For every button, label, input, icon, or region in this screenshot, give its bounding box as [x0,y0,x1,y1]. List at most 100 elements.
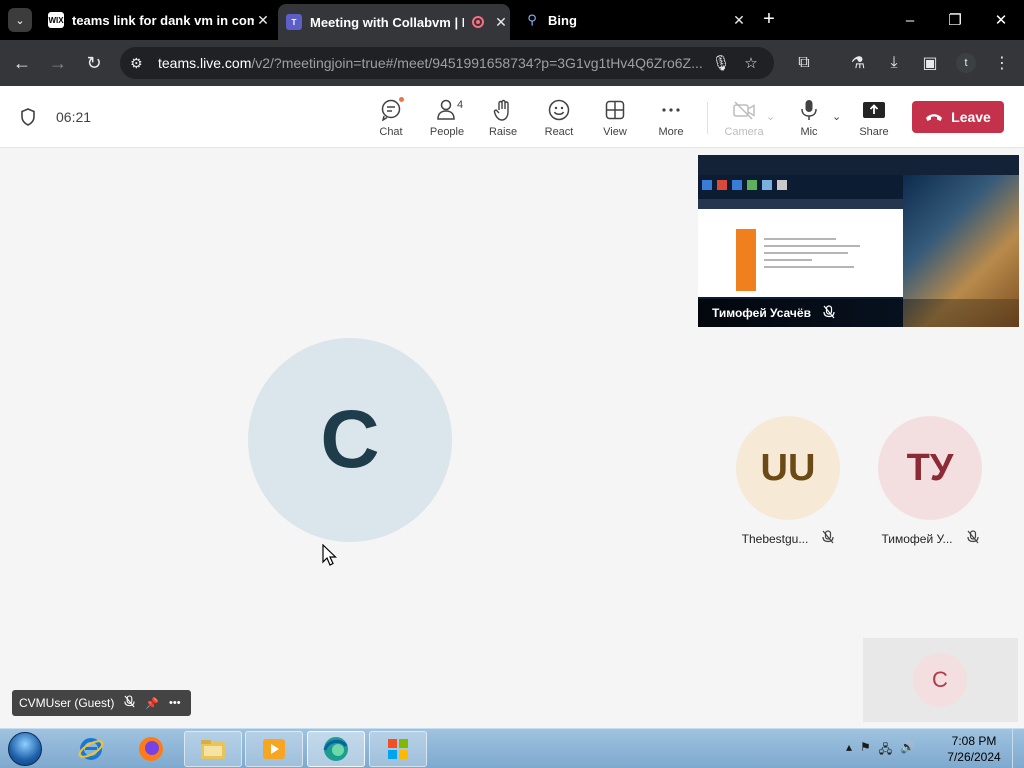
tab-title: Meeting with Collabvm | Microsoft Teams [310,14,464,30]
windows-start-orb-icon [8,732,42,766]
forward-icon[interactable]: → [46,51,70,75]
extensions-icon[interactable]: ⧉ [792,51,816,75]
pin-icon[interactable]: 📌 [145,697,159,710]
mic-label: Mic [800,126,818,138]
close-window-icon[interactable]: ✕ [986,6,1016,34]
reload-icon[interactable]: ↻ [82,51,106,75]
teams-meeting-toolbar: 06:21 Chat 4 People Raise React View Mor… [0,86,1024,148]
taskbar-clock[interactable]: 7:08 PM 7/26/2024 [936,733,1012,765]
recording-icon [472,16,484,28]
tab-title: Bing [548,12,577,28]
mic-button[interactable]: Mic [781,98,837,144]
wix-favicon-icon: WIX [48,12,64,28]
windows-update-taskbar-button[interactable] [369,731,427,767]
self-name: CVMUser (Guest) [19,696,115,710]
tab-title: teams link for dank vm in comments [72,12,254,28]
clock-date: 7/26/2024 [947,750,1001,764]
volume-icon[interactable]: 🔊 [900,740,915,761]
close-tab-icon[interactable]: ✕ [254,12,272,29]
site-info-icon[interactable]: ⚙ [130,55,152,72]
mic-off-icon [822,530,834,547]
mic-off-icon [823,304,835,322]
raise-hand-button[interactable]: Raise [475,98,531,144]
shared-desktop-icons [702,177,792,195]
more-label: More [658,126,684,138]
tab-wix[interactable]: WIX teams link for dank vm in comments ✕ [40,5,272,35]
self-name-bar: CVMUser (Guest) 📌 ••• [12,690,191,716]
action-center-flag-icon[interactable]: ⚑ [860,740,871,761]
windows-taskbar: ▴ ⚑ 🖧 🔊 7:08 PM 7/26/2024 [0,728,1024,768]
chat-label: Chat [379,126,403,138]
internet-explorer-taskbar-button[interactable] [62,731,120,767]
mic-off-icon[interactable] [124,695,135,711]
chat-icon [379,96,405,122]
participant-tile[interactable]: UU Thebestgu... [733,416,843,547]
folder-icon [201,740,225,759]
restore-icon[interactable]: ❐ [940,6,970,34]
chat-button[interactable]: Chat [363,96,419,144]
react-button[interactable]: React [531,98,587,144]
more-dots-icon[interactable]: ••• [169,697,181,709]
main-participant-avatar[interactable]: C [248,338,452,542]
meeting-timer: 06:21 [56,109,92,125]
clock-time: 7:08 PM [951,734,997,748]
share-button[interactable]: Share [846,98,902,144]
grid-view-icon [603,98,627,122]
show-hidden-icons-icon[interactable]: ▴ [846,740,852,761]
start-button[interactable] [4,731,46,767]
more-button[interactable]: More [643,98,699,144]
url-text[interactable]: teams.live.com/v2/?meetingjoin=true#/mee… [158,55,706,71]
meeting-stage: C Тимофей Усачёв UU Thebestgu... ТУ Тимо… [0,148,1024,728]
firefox-taskbar-button[interactable] [122,731,180,767]
address-bar[interactable]: ⚙ teams.live.com/v2/?meetingjoin=true#/m… [120,47,774,79]
download-icon[interactable]: ⤓ [882,51,906,75]
bookmark-star-icon[interactable]: ☆ [736,54,766,72]
side-panel-icon[interactable]: ▣ [918,51,942,75]
microphone-icon[interactable]: 🎙 [706,54,736,72]
hand-icon [491,98,515,122]
browser-tab-strip: ⌄ WIX teams link for dank vm in comments… [0,0,1024,40]
search-icon: ⚲ [527,12,537,27]
participant-name-row: Thebestgu... [733,530,843,547]
self-video-tile[interactable]: C [863,638,1018,722]
network-icon[interactable]: 🖧 [879,740,892,761]
leave-button[interactable]: Leave [912,101,1004,133]
share-label: Share [859,126,889,138]
tab-bing[interactable]: ⚲ Bing ✕ [516,5,748,35]
shared-screen-tile[interactable]: Тимофей Усачёв [698,155,1019,327]
unread-dot [398,96,405,103]
menu-kebab-icon[interactable]: ⋮ [990,51,1014,75]
share-screen-icon [862,98,886,122]
back-icon[interactable]: ← [10,51,34,75]
profile-avatar[interactable]: t [956,53,976,73]
people-count: 4 [457,99,464,111]
participant-name: Thebestgu... [741,531,809,546]
tab-search-button[interactable]: ⌄ [8,8,32,32]
microphone-icon [797,98,821,122]
tab-teams-meeting[interactable]: T Meeting with Collabvm | Microsoft Team… [278,4,510,40]
minimize-icon[interactable]: – [895,6,925,34]
shared-screen-window [698,199,903,297]
smiley-icon [547,98,571,122]
show-desktop-button[interactable] [1012,729,1024,768]
labs-icon[interactable]: ⚗ [846,51,870,75]
camera-button[interactable]: Camera [716,98,772,144]
internet-explorer-icon [78,738,104,760]
shared-screen-titlebar [698,155,1019,175]
close-tab-icon[interactable]: ✕ [492,14,510,31]
new-tab-button[interactable]: + [758,8,780,31]
leave-label: Leave [951,109,991,125]
participant-tile[interactable]: ТУ Тимофей У... [875,416,985,547]
people-button[interactable]: 4 People [419,98,475,144]
explorer-taskbar-button[interactable] [184,731,242,767]
close-tab-icon[interactable]: ✕ [730,12,748,29]
participant-name: Тимофей У... [881,531,953,546]
participant-avatar: ТУ [878,416,982,520]
edge-taskbar-button[interactable] [307,731,365,767]
media-player-taskbar-button[interactable] [245,731,303,767]
system-tray: ▴ ⚑ 🖧 🔊 [846,740,915,761]
mic-options-chevron-icon[interactable]: ⌄ [832,110,841,123]
people-label: People [429,126,465,138]
camera-options-chevron-icon[interactable]: ⌄ [766,110,775,123]
view-button[interactable]: View [587,98,643,144]
